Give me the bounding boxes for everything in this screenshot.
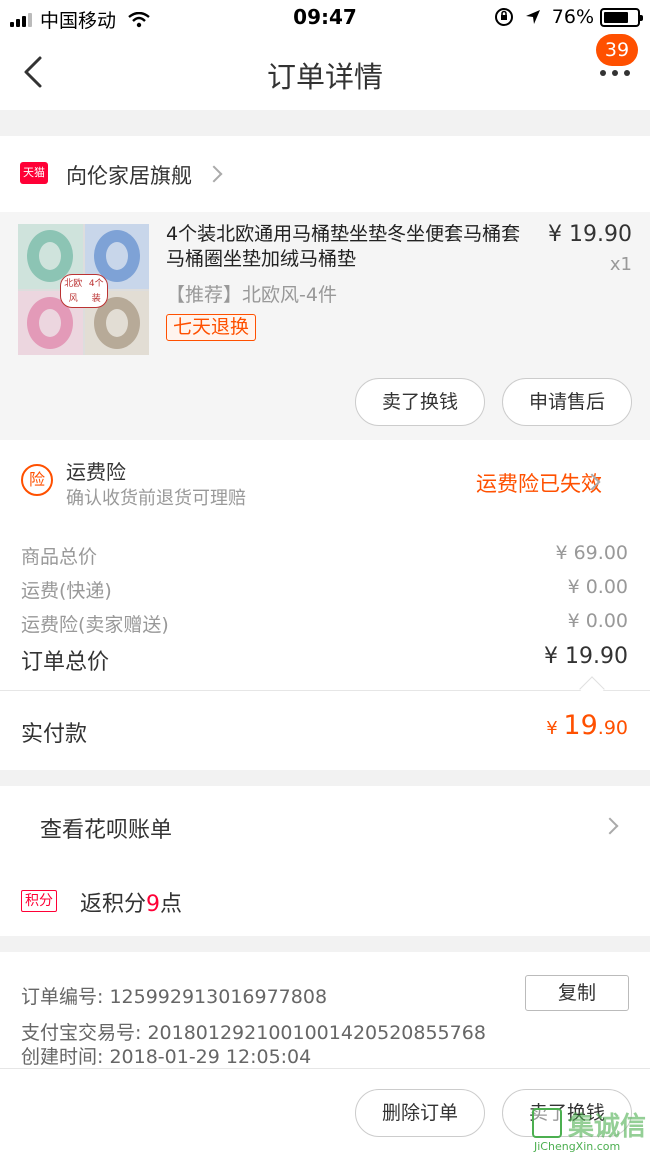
battery-percent: 76% — [551, 6, 594, 28]
order-total-label: 订单总价 — [21, 650, 110, 675]
product-sku: 【推荐】北欧风-4件 — [166, 284, 337, 306]
item-price: ¥ 19.90 — [548, 222, 632, 247]
created-time: 创建时间: 2018-01-29 12:05:04 — [21, 1046, 312, 1068]
watermark-logo-icon — [532, 1108, 562, 1138]
after-sale-button[interactable]: 申请售后 — [502, 378, 632, 426]
insurance-status[interactable]: 运费险已失效 — [476, 468, 602, 498]
copy-button[interactable]: 复制 — [525, 975, 629, 1011]
watermark: 集诚信 JiChengXin.com — [528, 1104, 646, 1154]
product-thumbnail[interactable]: 北欧风 4个装 — [18, 224, 149, 355]
price-row-goods: 商品总价 ¥ 69.00 — [21, 542, 628, 569]
price-row-value: ¥ 69.00 — [555, 542, 628, 564]
points-label: 返积分9点 — [80, 892, 183, 917]
thumbnail-label: 北欧风 4个装 — [60, 274, 108, 308]
insurance-title: 运费险 — [66, 460, 126, 484]
order-total-value: ¥ 19.90 — [544, 644, 628, 669]
more-icon[interactable] — [600, 70, 630, 76]
paid-label: 实付款 — [21, 722, 88, 747]
item-quantity: x1 — [609, 254, 632, 275]
price-row-label: 运费险(卖家赠送) — [21, 614, 169, 636]
divider — [0, 690, 650, 691]
delete-order-button[interactable]: 删除订单 — [355, 1089, 485, 1137]
points-row: 积分 返积分9点 — [0, 866, 650, 936]
chevron-right-icon — [601, 817, 619, 835]
price-row-value: ¥ 0.00 — [567, 610, 628, 632]
order-info: 订单编号: 125992913016977808 复制 支付宝交易号: 2018… — [0, 952, 650, 1068]
nav-bar: 订单详情 39 — [0, 34, 650, 110]
points-tag: 积分 — [21, 890, 57, 912]
status-right: 76% — [494, 6, 643, 28]
shop-header[interactable]: 天猫 向伦家居旗舰 — [0, 136, 650, 212]
battery-icon — [600, 7, 643, 27]
insurance-subtitle: 确认收货前退货可理赔 — [66, 488, 246, 509]
chevron-right-icon — [205, 165, 223, 183]
huabei-label: 查看花呗账单 — [40, 818, 173, 843]
price-row-label: 运费(快递) — [21, 580, 112, 602]
rotation-lock-icon — [494, 8, 513, 26]
message-badge: 39 — [596, 34, 638, 66]
order-number: 订单编号: 125992913016977808 — [21, 986, 328, 1008]
returns-badge: 七天退换 — [166, 314, 257, 341]
insurance-icon: 险 — [21, 464, 53, 496]
status-bar: 中国移动 09:47 76% — [0, 0, 650, 36]
price-row-label: 商品总价 — [21, 546, 98, 568]
paid-amount: ¥ 19.90 — [546, 710, 628, 741]
resell-button[interactable]: 卖了换钱 — [355, 378, 485, 426]
order-total-row: 订单总价 ¥ 19.90 — [21, 644, 628, 676]
watermark-url: JiChengXin.com — [534, 1140, 621, 1153]
shop-name: 向伦家居旗舰 — [66, 164, 192, 188]
page-title: 订单详情 — [266, 60, 383, 94]
price-summary: 险 运费险 确认收货前退货可理赔 运费险已失效 商品总价 ¥ 69.00 运费(… — [0, 440, 650, 770]
watermark-text: 集诚信 — [568, 1112, 647, 1142]
huabei-bill-row[interactable]: 查看花呗账单 — [0, 786, 650, 866]
price-row-shipping: 运费(快递) ¥ 0.00 — [21, 576, 628, 603]
alipay-trade-number: 支付宝交易号: 2018012921001001420520855768 — [21, 1022, 486, 1044]
location-arrow-icon — [525, 10, 540, 24]
tmall-logo-icon: 天猫 — [20, 162, 48, 184]
price-row-value: ¥ 0.00 — [567, 576, 628, 598]
product-title[interactable]: 4个装北欧通用马桶垫坐垫冬坐便套马桶套马桶圈坐垫加绒马桶垫 — [166, 222, 526, 272]
caret-pointer — [579, 676, 605, 702]
price-row-insurance: 运费险(卖家赠送) ¥ 0.00 — [21, 610, 628, 637]
